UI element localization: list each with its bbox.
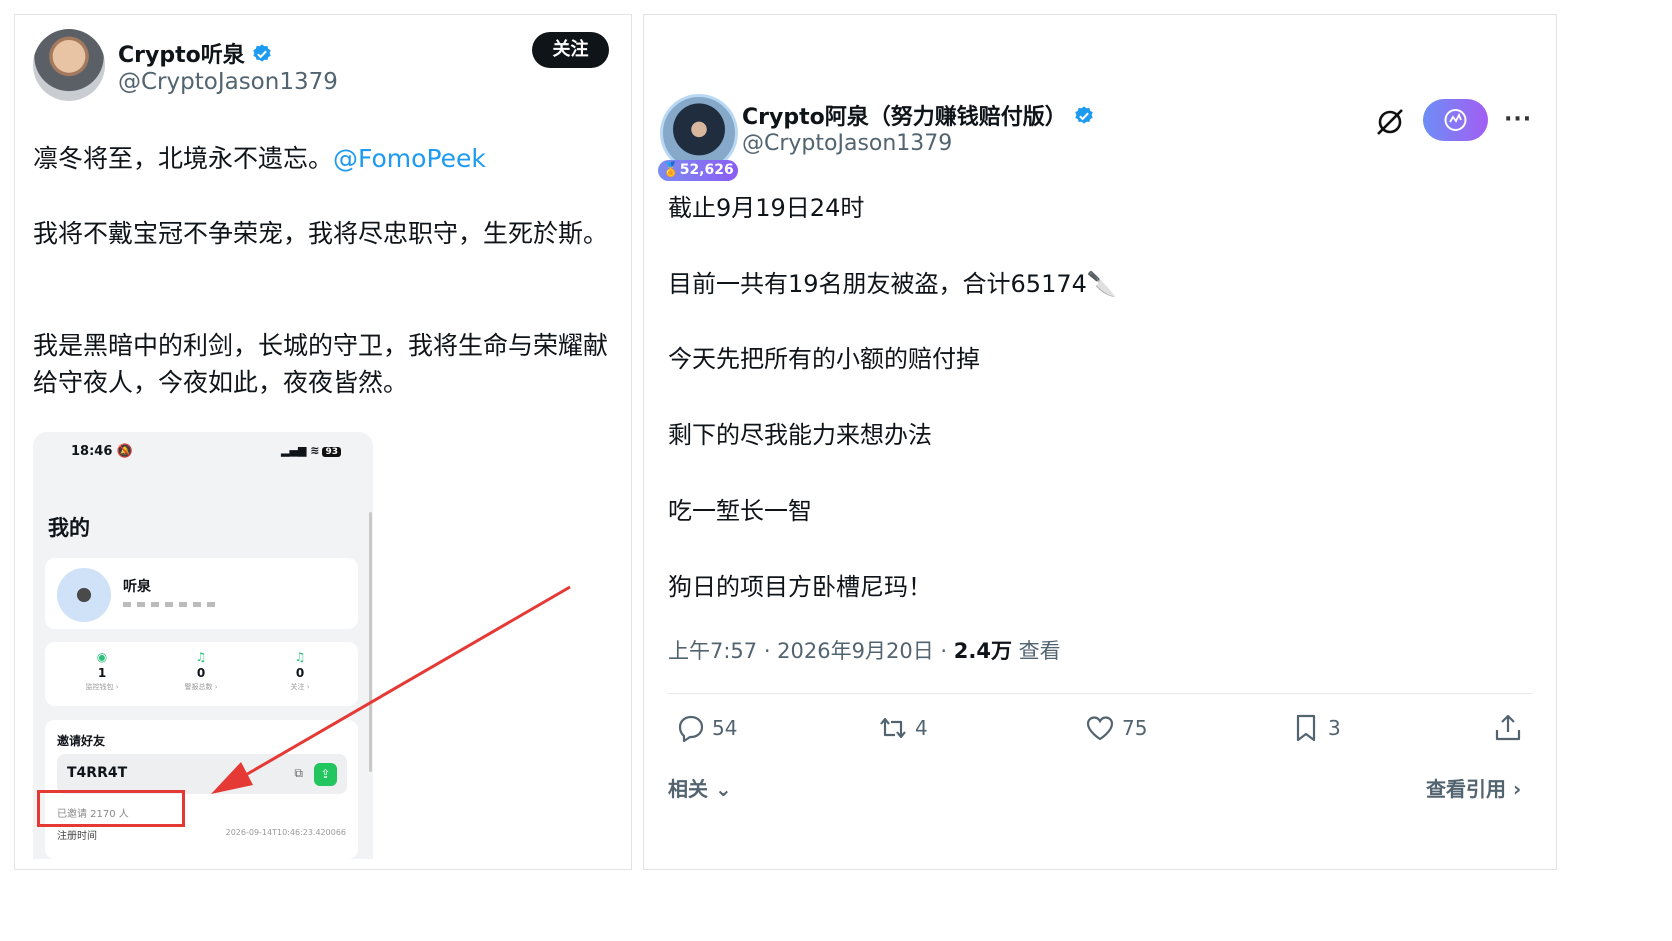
- view-count: 2.4万: [953, 639, 1012, 663]
- view-quotes-link[interactable]: 查看引用 ›: [1426, 773, 1521, 802]
- share-button[interactable]: [1492, 712, 1524, 748]
- stat-value: 0: [295, 666, 305, 680]
- stat-watch-wallets: ◉ 1 监控钱包 ›: [57, 650, 147, 692]
- stat-label: 警报总数 ›: [184, 683, 218, 691]
- repost-count: 4: [915, 716, 928, 740]
- like-count: 75: [1122, 716, 1148, 740]
- more-options-icon[interactable]: ···: [1504, 107, 1532, 132]
- reply-button[interactable]: 54: [674, 712, 737, 748]
- heart-icon: [1086, 716, 1114, 741]
- quotes-label: 查看引用: [1426, 777, 1506, 801]
- blurred-address: [123, 602, 218, 607]
- stat-follow: ♫ 0 关注 ›: [255, 650, 345, 692]
- stat-value: 0: [196, 666, 206, 680]
- invite-title: 邀请好友: [57, 734, 106, 748]
- related-dropdown[interactable]: 相关 ⌄: [668, 773, 732, 802]
- invite-code-box: T4RR4T ⧉ ⇪: [57, 754, 347, 794]
- display-name-text: Crypto听泉: [118, 43, 245, 68]
- eagle-avatar: [57, 568, 111, 622]
- display-name-text: Crypto阿泉（努力赚钱赔付版）: [742, 105, 1067, 130]
- display-name[interactable]: Crypto听泉: [118, 37, 273, 69]
- tweet-paragraph-2: 我将不戴宝冠不争荣宠，我将尽忠职守，生死於斯。: [33, 219, 609, 248]
- tweet-line: 目前一共有19名朋友被盗，合计65174🔪: [668, 270, 1117, 298]
- repost-icon: [880, 717, 906, 739]
- share-icon: ⇪: [314, 763, 337, 786]
- stat-value: 1: [97, 666, 107, 680]
- tweet-paragraph-3: 我是黑暗中的利剑，长城的守卫，我将生命与荣耀献给守夜人，今夜如此，夜夜皆然。: [33, 331, 609, 397]
- phone-time: 18:46 🔕: [71, 444, 134, 459]
- related-label: 相关: [668, 777, 708, 801]
- tweet-line: 剩下的尽我能力来想办法: [668, 421, 932, 449]
- display-name[interactable]: Crypto阿泉（努力赚钱赔付版）: [742, 99, 1095, 131]
- grok-button[interactable]: [1423, 99, 1488, 141]
- chevron-down-icon: ⌄: [714, 777, 732, 801]
- tweet-line: 今天先把所有的小额的赔付掉: [668, 345, 980, 373]
- stat-label: 关注 ›: [290, 683, 310, 691]
- phone-status-bar: ▂▄▆ ≋ 93: [281, 444, 341, 457]
- divider: [668, 693, 1532, 694]
- bookmark-count: 3: [1328, 716, 1341, 740]
- follow-button[interactable]: 关注: [532, 32, 609, 68]
- grok-icon: [1444, 109, 1467, 131]
- tweet-meta: 上午7:57 · 2026年9月20日 · 2.4万 查看: [668, 635, 1061, 665]
- bell-check-icon: ♫: [294, 650, 306, 664]
- tweet-line: 狗日的项目方卧槽尼玛！: [668, 573, 932, 601]
- share-upload-icon: [1495, 714, 1521, 741]
- bell-icon: ♫: [195, 650, 207, 664]
- copy-icon: ⧉: [294, 766, 303, 780]
- handle[interactable]: @CryptoJason1379: [118, 69, 338, 95]
- tweet-text: 凛冬将至，北境永不遗忘。: [33, 144, 334, 173]
- tweet-line: 吃一堑长一智: [668, 497, 812, 525]
- views-label: 查看: [1011, 639, 1061, 663]
- profile-card: 听泉: [45, 558, 358, 629]
- stats-card: ◉ 1 监控钱包 › ♫ 0 警报总数 › ♫ 0 关注 ›: [45, 642, 358, 706]
- right-tweet-card: 🏅52,626 Crypto阿泉（努力赚钱赔付版） @CryptoJason13…: [643, 14, 1557, 870]
- invite-code: T4RR4T: [67, 765, 128, 781]
- bookmark-icon: [1296, 714, 1316, 742]
- reply-icon: [678, 715, 704, 743]
- handle[interactable]: @CryptoJason1379: [742, 131, 952, 156]
- chevron-right-icon: ›: [1512, 777, 1522, 801]
- verified-badge-icon: [1075, 106, 1093, 124]
- battery-icon: 93: [322, 447, 341, 457]
- grok-slash-icon[interactable]: [1373, 105, 1407, 139]
- phone-user-name: 听泉: [123, 579, 151, 595]
- scrollbar: [369, 512, 372, 772]
- like-button[interactable]: 75: [1084, 712, 1147, 748]
- reply-count: 54: [712, 716, 738, 740]
- left-tweet-card: Crypto听泉 @CryptoJason1379 关注 凛冬将至，北境永不遗忘…: [14, 14, 632, 870]
- register-time: 2026-09-14T10:46:23.420066: [225, 828, 346, 837]
- stat-alerts: ♫ 0 警报总数 ›: [156, 650, 246, 692]
- mention-link[interactable]: @FomoPeek: [333, 144, 486, 173]
- badge-count: 🏅52,626: [658, 160, 738, 181]
- highlight-box: [37, 790, 185, 827]
- bookmark-button[interactable]: 3: [1290, 712, 1341, 748]
- avatar[interactable]: [33, 29, 105, 101]
- tweet-line-1: 凛冬将至，北境永不遗忘。@FomoPeek: [33, 140, 623, 177]
- phone-page-title: 我的: [48, 516, 90, 540]
- verified-badge-icon: [253, 44, 271, 62]
- timestamp[interactable]: 上午7:57 · 2026年9月20日 ·: [668, 639, 954, 663]
- eye-icon: ◉: [96, 650, 108, 664]
- stat-label: 监控钱包 ›: [85, 683, 119, 691]
- repost-button[interactable]: 4: [877, 712, 928, 748]
- register-label: 注册时间: [57, 831, 97, 842]
- tweet-line: 截止9月19日24时: [668, 194, 865, 222]
